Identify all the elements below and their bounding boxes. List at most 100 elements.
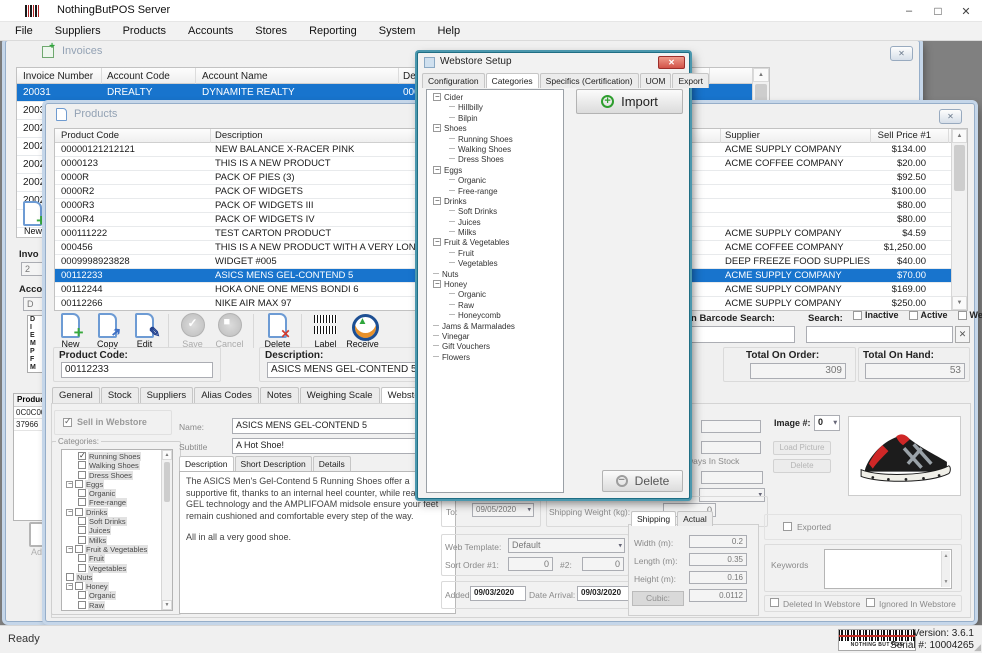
tree-item-organic[interactable]: Organic	[429, 290, 563, 300]
category-item-juices[interactable]: Juices	[64, 526, 172, 535]
tree-item-gift-vouchers[interactable]: Gift Vouchers	[429, 342, 563, 352]
menu-help[interactable]: Help	[426, 22, 471, 40]
tree-item-walking-shoes[interactable]: Walking Shoes	[429, 145, 563, 155]
import-button[interactable]: Import	[576, 89, 683, 114]
tree-item-shoes[interactable]: Shoes	[429, 124, 563, 134]
menu-suppliers[interactable]: Suppliers	[44, 22, 112, 40]
collapse-icon[interactable]	[66, 481, 73, 488]
category-item-fruit[interactable]: Fruit	[64, 554, 172, 563]
tab-uom[interactable]: UOM	[640, 73, 672, 88]
cubic-label[interactable]: Cubic:	[632, 591, 684, 606]
label-button[interactable]: Label	[307, 313, 344, 349]
category-checkbox[interactable]	[66, 573, 74, 581]
tab-export[interactable]: Export	[672, 73, 709, 88]
category-item-organic[interactable]: Organic	[64, 591, 172, 600]
exported-checkbox[interactable]	[783, 522, 792, 531]
tab-specifics-certification[interactable]: Specifics (Certification)	[540, 73, 639, 88]
sort-order-2-field[interactable]: 0	[582, 557, 624, 571]
collapse-icon[interactable]	[433, 166, 441, 174]
partially-hidden-field[interactable]	[701, 471, 763, 484]
tab-short-description[interactable]: Short Description	[235, 456, 312, 471]
tree-item-running-shoes[interactable]: Running Shoes	[429, 135, 563, 145]
scroll-up-icon[interactable]: ▲	[952, 129, 967, 143]
collapse-icon[interactable]	[66, 583, 73, 590]
category-checkbox[interactable]	[78, 591, 86, 599]
category-checkbox[interactable]	[78, 517, 86, 525]
search-input[interactable]	[806, 326, 953, 343]
category-checkbox[interactable]	[78, 536, 86, 544]
tree-item-raw[interactable]: Raw	[429, 301, 563, 311]
category-item-free-range[interactable]: Free-range	[64, 498, 172, 507]
subtitle-field[interactable]: A Hot Shoe!	[232, 438, 448, 454]
category-checkbox[interactable]	[78, 471, 86, 479]
category-checkbox[interactable]	[75, 545, 83, 553]
tab-shipping[interactable]: Shipping	[631, 511, 676, 526]
tree-item-milks[interactable]: Milks	[429, 228, 563, 238]
category-checkbox[interactable]	[78, 610, 86, 611]
category-checkbox[interactable]	[78, 564, 86, 572]
sort-order-1-field[interactable]: 0	[508, 557, 553, 571]
scroll-up-icon[interactable]: ▲	[753, 68, 769, 82]
invoice-number-field[interactable]: 2	[21, 262, 48, 276]
tree-item-fruit-vegetables[interactable]: Fruit & Vegetables	[429, 238, 563, 248]
tree-item-jams-marmalades[interactable]: Jams & Marmalades	[429, 322, 563, 332]
menu-system[interactable]: System	[368, 22, 427, 40]
tree-item-flowers[interactable]: Flowers	[429, 353, 563, 363]
barcode-search-input[interactable]	[689, 326, 795, 343]
web-checkbox-box[interactable]	[958, 311, 967, 320]
category-item-drinks[interactable]: Drinks	[64, 508, 172, 517]
tab-general[interactable]: General	[52, 387, 100, 403]
col-product-code[interactable]: Product Code	[61, 130, 119, 141]
category-item-milks[interactable]: Milks	[64, 536, 172, 545]
partially-hidden-field[interactable]	[701, 420, 761, 433]
products-scrollbar[interactable]: ▲ ▼	[951, 129, 967, 310]
category-checkbox[interactable]	[78, 452, 86, 460]
categories-scrollbar[interactable]: ▲ ▼	[161, 450, 172, 610]
menu-stores[interactable]: Stores	[244, 22, 298, 40]
close-button[interactable]	[952, 0, 980, 22]
tree-item-hillbilly[interactable]: Hillbilly	[429, 103, 563, 113]
scrollbar-thumb[interactable]	[954, 145, 965, 191]
minimize-button[interactable]	[894, 0, 924, 22]
tab-stock[interactable]: Stock	[101, 387, 139, 403]
products-close-icon[interactable]	[939, 109, 962, 124]
col-account-name[interactable]: Account Name	[202, 71, 268, 82]
copy-button[interactable]: Copy	[89, 313, 126, 349]
tab-categories[interactable]: Categories	[486, 73, 539, 88]
category-item-fruit-vegetables[interactable]: Fruit & Vegetables	[64, 545, 172, 554]
category-item-dress-shoes[interactable]: Dress Shoes	[64, 471, 172, 480]
category-item-organic[interactable]: Organic	[64, 489, 172, 498]
filter-web-checkbox[interactable]: Web	[958, 310, 982, 320]
added-date-field[interactable]: 09/03/2020	[470, 586, 526, 601]
category-checkbox[interactable]	[78, 461, 86, 469]
tree-item-juices[interactable]: Juices	[429, 218, 563, 228]
filter-inactive-checkbox[interactable]: Inactive	[853, 310, 899, 320]
tab-details[interactable]: Details	[313, 456, 351, 471]
category-checkbox[interactable]	[78, 526, 86, 534]
category-checkbox[interactable]	[78, 498, 86, 506]
tree-item-fruit[interactable]: Fruit	[429, 249, 563, 259]
name-field[interactable]: ASICS MENS GEL-CONTEND 5	[232, 418, 448, 434]
dialog-close-icon[interactable]	[658, 56, 685, 69]
invoices-close-icon[interactable]	[890, 46, 913, 61]
category-checkbox[interactable]	[78, 601, 86, 609]
collapse-icon[interactable]	[433, 238, 441, 246]
keywords-textarea[interactable]: ▲▼	[824, 549, 952, 589]
tree-item-honey[interactable]: Honey	[429, 280, 563, 290]
new-button[interactable]: New	[52, 313, 89, 349]
tree-item-vinegar[interactable]: Vinegar	[429, 332, 563, 342]
web-template-dropdown[interactable]: Default	[508, 538, 625, 553]
receive-button[interactable]: Receive	[344, 313, 381, 349]
category-checkbox[interactable]	[78, 489, 86, 497]
tab-actual[interactable]: Actual	[677, 511, 713, 526]
menu-accounts[interactable]: Accounts	[177, 22, 244, 40]
category-item-honeycomb[interactable]: Honeycomb	[64, 610, 172, 611]
category-checkbox[interactable]	[78, 554, 86, 562]
tab-weighing-scale[interactable]: Weighing Scale	[300, 387, 380, 403]
tree-item-organic[interactable]: Organic	[429, 176, 563, 186]
scroll-up-icon[interactable]: ▲	[162, 450, 172, 460]
tree-item-honeycomb[interactable]: Honeycomb	[429, 311, 563, 321]
collapse-icon[interactable]	[66, 546, 73, 553]
collapse-icon[interactable]	[433, 280, 441, 288]
menu-file[interactable]: File	[4, 22, 44, 40]
